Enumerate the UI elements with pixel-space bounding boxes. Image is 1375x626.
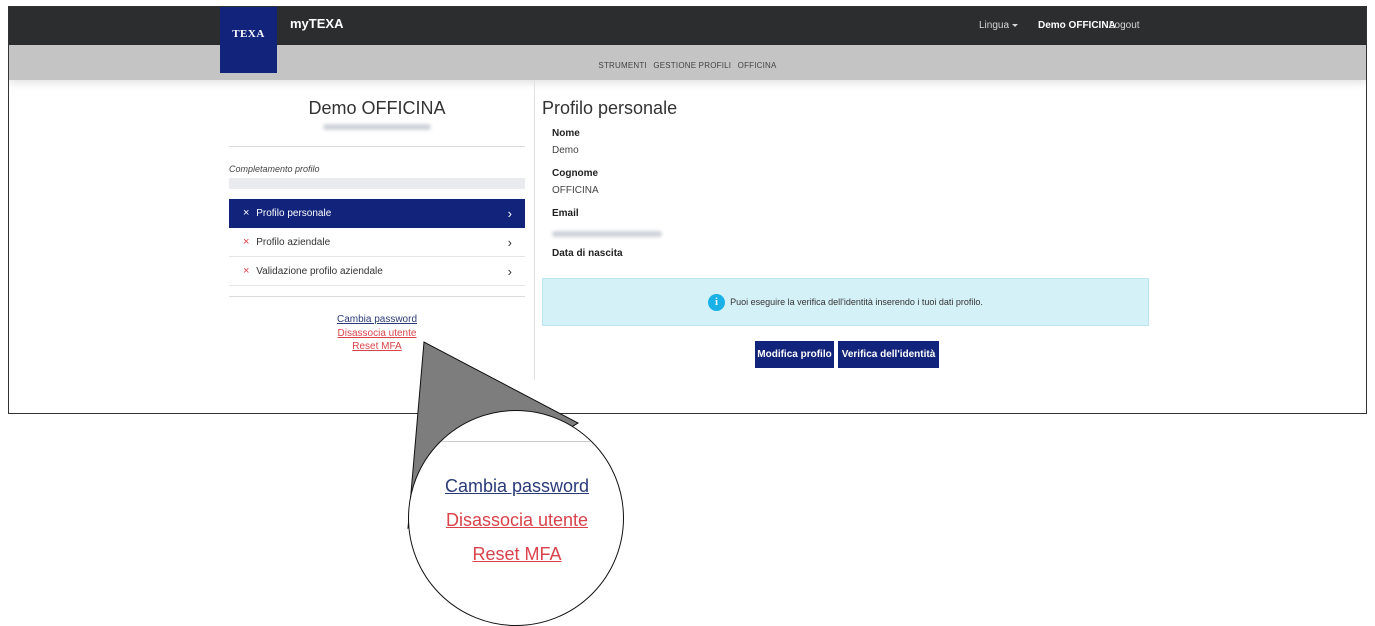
zoom-magnifier: Cambia password Disassocia utente Reset … — [408, 410, 624, 626]
divider — [429, 441, 623, 442]
zoomed-reset-mfa-link[interactable]: Reset MFA — [409, 537, 623, 571]
zoom-callout-cone — [407, 341, 580, 529]
zoomed-change-password-link[interactable]: Cambia password — [409, 469, 623, 503]
texa-logo[interactable]: TEXA — [220, 7, 277, 73]
zoomed-account-links: Cambia password Disassocia utente Reset … — [409, 469, 623, 571]
zoomed-disassociate-user-link[interactable]: Disassocia utente — [409, 503, 623, 537]
